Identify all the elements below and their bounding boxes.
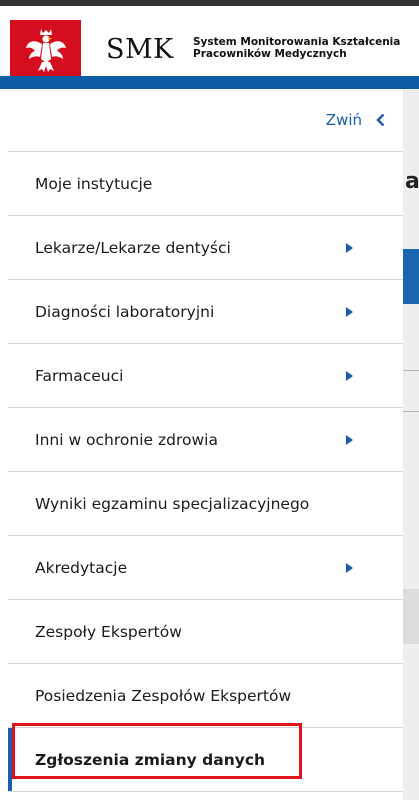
app-header: SMK System Monitorowania Kształcenia Pra…	[0, 6, 419, 79]
main-gray-block	[403, 589, 419, 644]
caret-right-icon	[346, 371, 353, 381]
collapse-label: Zwiń	[325, 111, 362, 129]
sidebar-item-diagnosci[interactable]: Diagności laboratoryjni	[8, 280, 403, 344]
sidebar-item-label: Posiedzenia Zespołów Ekspertów	[35, 686, 292, 705]
sidebar-item-label: Moje instytucje	[35, 174, 153, 193]
main-content-edge: a	[403, 89, 419, 800]
sidebar-item-label: Diagności laboratoryjni	[35, 302, 215, 321]
caret-right-icon	[346, 435, 353, 445]
caret-right-icon	[346, 243, 353, 253]
main-blue-block	[403, 249, 419, 304]
app-logo-text: SMK	[106, 34, 174, 65]
sidebar-item-inni[interactable]: Inni w ochronie zdrowia	[8, 408, 403, 472]
sidebar: Zwiń Moje instytucje Lekarze/Lekarze den…	[8, 89, 403, 800]
sidebar-item-label: Zespoły Ekspertów	[35, 622, 182, 641]
caret-right-icon	[346, 307, 353, 317]
sidebar-item-lekarze[interactable]: Lekarze/Lekarze dentyści	[8, 216, 403, 280]
main-divider	[403, 370, 419, 371]
header-blue-bar	[0, 76, 419, 89]
caret-right-icon	[346, 563, 353, 573]
sidebar-item-label: Lekarze/Lekarze dentyści	[35, 238, 231, 257]
sidebar-menu: Moje instytucje Lekarze/Lekarze dentyści…	[8, 151, 403, 792]
sidebar-item-label: Akredytacje	[35, 558, 128, 577]
sidebar-item-wyniki-egzaminu[interactable]: Wyniki egzaminu specjalizacyjnego	[8, 472, 403, 536]
sidebar-item-zespoly-ekspertow[interactable]: Zespoły Ekspertów	[8, 600, 403, 664]
collapse-sidebar-button[interactable]: Zwiń	[326, 111, 385, 129]
sidebar-item-farmaceuci[interactable]: Farmaceuci	[8, 344, 403, 408]
app-subtitle-line1: System Monitorowania Kształcenia	[193, 36, 401, 48]
app-subtitle: System Monitorowania Kształcenia Pracown…	[193, 36, 400, 60]
main-divider	[403, 411, 419, 412]
sidebar-item-label: Wyniki egzaminu specjalizacyjnego	[35, 494, 310, 513]
app-subtitle-line2: Pracowników Medycznych	[193, 48, 347, 60]
chevron-left-icon	[376, 113, 385, 127]
sidebar-item-zgloszenia-zmiany-danych[interactable]: Zgłoszenia zmiany danych	[8, 728, 403, 792]
main-heading-fragment: a	[405, 169, 419, 194]
sidebar-item-moje-instytucje[interactable]: Moje instytucje	[8, 152, 403, 216]
polish-eagle-icon	[10, 20, 81, 79]
sidebar-item-posiedzenia[interactable]: Posiedzenia Zespołów Ekspertów	[8, 664, 403, 728]
sidebar-item-label: Farmaceuci	[35, 366, 124, 385]
sidebar-item-label: Inni w ochronie zdrowia	[35, 430, 218, 449]
sidebar-item-akredytacje[interactable]: Akredytacje	[8, 536, 403, 600]
sidebar-item-label: Zgłoszenia zmiany danych	[35, 750, 266, 769]
